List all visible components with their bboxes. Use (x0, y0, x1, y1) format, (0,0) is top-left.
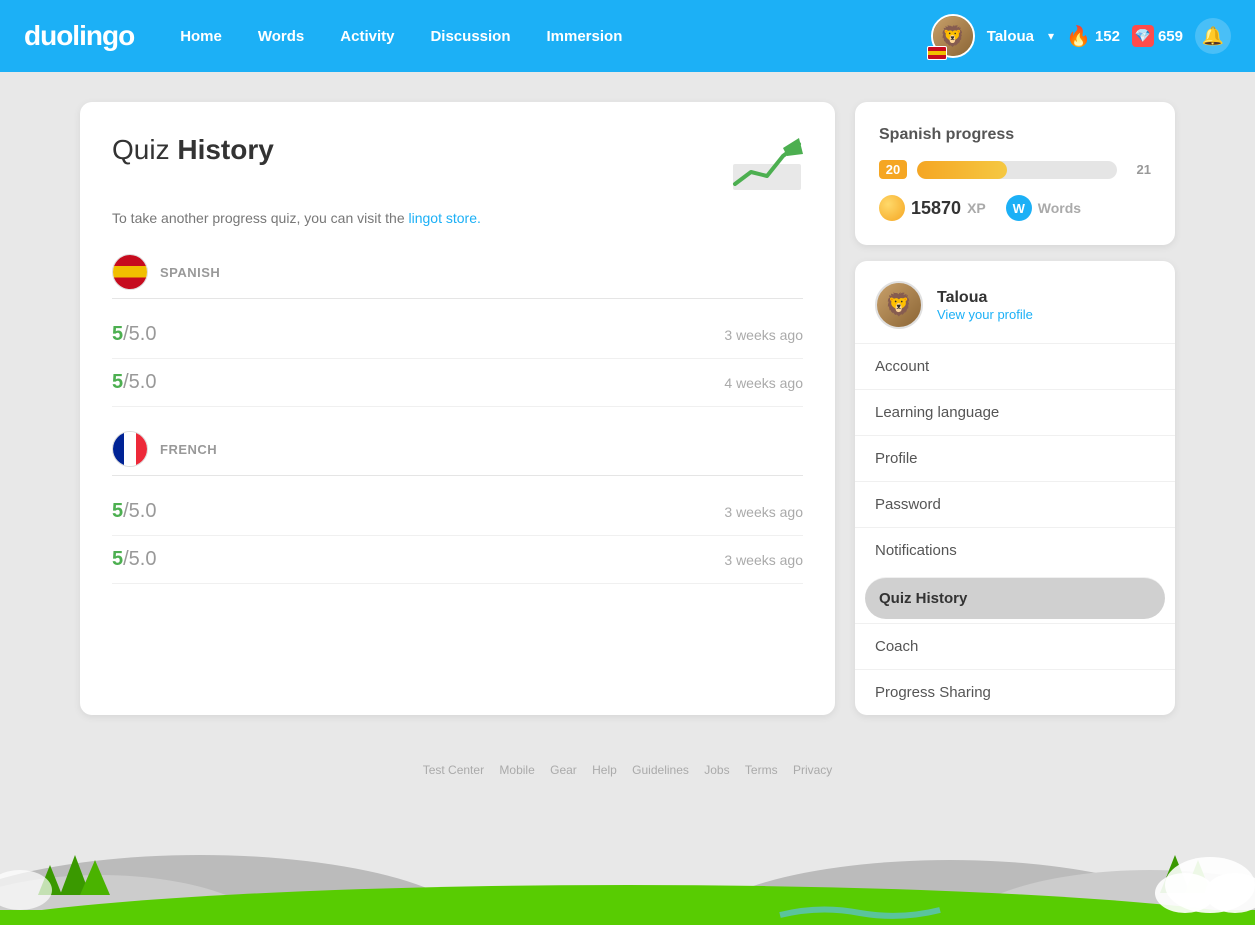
progress-title: Spanish progress (879, 126, 1151, 144)
words-orb: W (1006, 195, 1032, 221)
view-profile-link[interactable]: View your profile (937, 307, 1033, 322)
bell-icon[interactable]: 🔔 (1195, 18, 1231, 54)
flag-circle-fr (112, 431, 148, 467)
user-name[interactable]: Taloua (987, 28, 1034, 45)
quiz-history-panel: Quiz History To take another progress qu… (80, 102, 835, 715)
user-flag-avatar[interactable]: 🦁 (931, 14, 975, 58)
footer-link-guidelines[interactable]: Guidelines (632, 763, 689, 777)
profile-header: 🦁 Taloua View your profile (855, 261, 1175, 343)
quiz-date: 3 weeks ago (724, 327, 803, 343)
quiz-score: 5/5.0 (112, 500, 192, 523)
quiz-header: Quiz History (112, 134, 803, 194)
language-section-french: FRENCH 5/5.0 3 weeks ago 5/5.0 3 weeks a… (112, 431, 803, 584)
menu-item-coach[interactable]: Coach (855, 623, 1175, 669)
footer-link-jobs[interactable]: Jobs (704, 763, 729, 777)
quiz-title: Quiz History (112, 134, 274, 166)
language-header-spanish: SPANISH (112, 254, 803, 290)
lingot-store-link[interactable]: lingot store. (409, 210, 481, 226)
stats-row: 15870 XP W Words (879, 195, 1151, 221)
nav-discussion[interactable]: Discussion (416, 22, 524, 51)
profile-name: Taloua (937, 289, 1033, 307)
xp-orb (879, 195, 905, 221)
quiz-row: 5/5.0 4 weeks ago (112, 359, 803, 407)
flag-circle-es (112, 254, 148, 290)
quiz-date: 3 weeks ago (724, 504, 803, 520)
profile-menu-card: 🦁 Taloua View your profile Account Learn… (855, 261, 1175, 715)
nav-home[interactable]: Home (166, 22, 236, 51)
menu-item-learning-language[interactable]: Learning language (855, 389, 1175, 435)
quiz-score: 5/5.0 (112, 371, 192, 394)
level-next: 21 (1127, 162, 1151, 177)
divider-french (112, 475, 803, 476)
streak-badge: 🔥 152 (1066, 24, 1120, 49)
profile-info: Taloua View your profile (937, 289, 1033, 322)
quiz-row: 5/5.0 3 weeks ago (112, 311, 803, 359)
words-stat: W Words (1006, 195, 1081, 221)
footer-link-terms[interactable]: Terms (745, 763, 778, 777)
language-header-french: FRENCH (112, 431, 803, 467)
menu-item-notifications[interactable]: Notifications (855, 527, 1175, 573)
nav-links: Home Words Activity Discussion Immersion (166, 22, 931, 51)
level-current: 20 (879, 160, 907, 179)
flag-es-small (927, 46, 947, 60)
menu-item-quiz-history[interactable]: Quiz History (865, 577, 1165, 619)
divider-spanish (112, 298, 803, 299)
progress-card: Spanish progress 20 21 15870 XP W Words (855, 102, 1175, 245)
logo[interactable]: duolingo (24, 20, 134, 52)
footer-link-help[interactable]: Help (592, 763, 617, 777)
gem-icon: 💎 (1132, 25, 1154, 47)
menu-item-progress-sharing[interactable]: Progress Sharing (855, 669, 1175, 715)
xp-bar-fill (917, 161, 1007, 179)
nav-activity[interactable]: Activity (326, 22, 408, 51)
navbar: duolingo Home Words Activity Discussion … (0, 0, 1255, 72)
footer: Test Center Mobile Gear Help Guidelines … (0, 755, 1255, 781)
words-label: Words (1038, 200, 1081, 216)
menu-item-password[interactable]: Password (855, 481, 1175, 527)
menu-item-profile[interactable]: Profile (855, 435, 1175, 481)
xp-bar-container: 20 21 (879, 160, 1151, 179)
menu-item-account[interactable]: Account (855, 343, 1175, 389)
quiz-row: 5/5.0 3 weeks ago (112, 488, 803, 536)
nav-immersion[interactable]: Immersion (533, 22, 637, 51)
language-name-french: FRENCH (160, 442, 217, 457)
language-section-spanish: SPANISH 5/5.0 3 weeks ago 5/5.0 4 weeks … (112, 254, 803, 407)
xp-value: 15870 (911, 198, 961, 219)
right-panel: Spanish progress 20 21 15870 XP W Words (855, 102, 1175, 715)
quiz-date: 3 weeks ago (724, 552, 803, 568)
chevron-down-icon: ▾ (1048, 29, 1054, 43)
navbar-right: 🦁 Taloua ▾ 🔥 152 💎 659 🔔 (931, 14, 1231, 58)
xp-stat: 15870 XP (879, 195, 986, 221)
quiz-row: 5/5.0 3 weeks ago (112, 536, 803, 584)
quiz-score: 5/5.0 (112, 323, 192, 346)
main-content: Quiz History To take another progress qu… (0, 72, 1255, 745)
fire-icon: 🔥 (1066, 24, 1091, 49)
footer-link-testcenter[interactable]: Test Center (423, 763, 484, 777)
gem-badge: 💎 659 (1132, 25, 1183, 47)
streak-value: 152 (1095, 28, 1120, 45)
quiz-date: 4 weeks ago (724, 375, 803, 391)
quiz-subtitle: To take another progress quiz, you can v… (112, 210, 803, 226)
chart-icon (731, 134, 803, 194)
footer-link-gear[interactable]: Gear (550, 763, 577, 777)
xp-bar-track (917, 161, 1117, 179)
quiz-score: 5/5.0 (112, 548, 192, 571)
landscape-bg (0, 805, 1255, 925)
profile-avatar: 🦁 (875, 281, 923, 329)
footer-link-mobile[interactable]: Mobile (499, 763, 534, 777)
nav-words[interactable]: Words (244, 22, 318, 51)
xp-label: XP (967, 200, 986, 216)
gem-value: 659 (1158, 28, 1183, 45)
language-name-spanish: SPANISH (160, 265, 220, 280)
footer-link-privacy[interactable]: Privacy (793, 763, 832, 777)
